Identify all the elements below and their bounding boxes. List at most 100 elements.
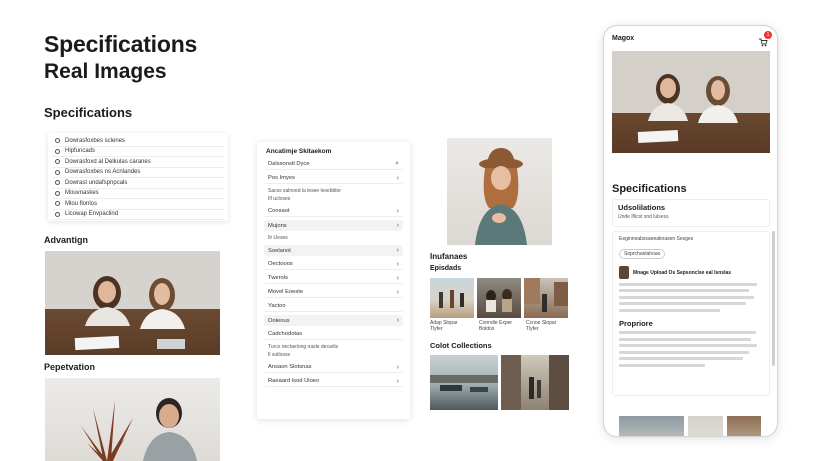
chevron-right-icon: › (396, 260, 399, 268)
collections-heading: Colot Collections (430, 341, 492, 350)
page-subtitle: Real Images (44, 60, 167, 83)
list-row[interactable]: Pos Imyes › (264, 173, 403, 184)
mobile-thumb-portrait[interactable] (688, 416, 723, 436)
spec-item[interactable]: Mouvnaskes (52, 189, 224, 199)
list-row-label: Yactoo (268, 303, 286, 309)
list-row-label: Consaot (268, 208, 290, 214)
spec-item-label: Dowrast undafspnpcals (65, 179, 128, 186)
list-note: Il sutlosse (268, 352, 291, 358)
chevron-right-icon: › (396, 207, 399, 215)
specifications-heading: Specifications (44, 105, 133, 120)
spec-item[interactable]: Llcowap Envpaclind (52, 210, 224, 220)
thumb-caption: Boldos (479, 326, 495, 332)
couple-photo (45, 251, 220, 355)
spec-item-label: Hlpfuncads (65, 148, 96, 155)
list-row[interactable]: Yactoo (264, 301, 403, 312)
spec-item[interactable]: Hlpfuncads (52, 147, 224, 157)
list-row[interactable]: Ansaon Slotsnas › (264, 362, 403, 373)
spec-item-label: Mlou flonlos (65, 200, 98, 207)
list-note: Ilf ucloses (268, 196, 291, 202)
list-row-label: Ansaon Slotsnas (268, 364, 312, 370)
spec-item[interactable]: Dowrasfoxbes ns Acnlandes (52, 168, 224, 178)
chevron-right-icon: › (396, 174, 399, 182)
chevron-right-icon: › (396, 247, 399, 254)
radio-icon (55, 159, 60, 165)
list-row[interactable]: Oectooos › (264, 259, 403, 270)
mobile-info-sub: Unde lflicst snd lulsess (618, 214, 669, 220)
thumb-caption: Tlyfer (430, 326, 443, 332)
harbor-photo[interactable] (430, 355, 498, 410)
list-row-label: Dalssonstl Dyce (268, 161, 310, 167)
list-row[interactable]: Cadchodotas (264, 329, 403, 340)
spec-item[interactable]: Dowrasfoxd al Delkulas caranes (52, 157, 224, 168)
chevron-right-icon: › (396, 274, 399, 282)
mobile-info-box[interactable]: Udsolilations Unde lflicst snd lulsess (612, 199, 770, 227)
beach-thumb[interactable] (430, 278, 474, 318)
product-avatar (619, 266, 629, 279)
list-row[interactable]: Twerols › (264, 273, 403, 284)
mobile-spec-title: Specifications (612, 183, 687, 195)
thumb-caption: Tlyfer (526, 326, 539, 332)
spec-item[interactable]: Dowrasfoxbes sclenes (52, 136, 224, 147)
list-row[interactable]: Movel Eoeste › (264, 287, 403, 298)
pepetation-heading: Pepetvation (44, 362, 96, 372)
mobile-text-block-2 (619, 331, 763, 367)
mobile-info-title: Udsolilations (618, 203, 666, 212)
product-title: Mnage Upload Os Sepsonclse eal Isnslas (633, 269, 732, 276)
list-note: Sacss salnoed la lesee lesebbbe (268, 188, 341, 194)
list-row[interactable]: Dalssonstl Dyce ⌕ (264, 159, 403, 170)
mobile-thumb-row (619, 416, 761, 436)
mobile-preview: Magox 1 Specifications Udsolilations Und… (603, 25, 778, 437)
advantage-heading: Advantign (44, 235, 88, 245)
mobile-detail-panel: Eeginneabssaeeaknasen Sesges Soprchanlah… (612, 231, 770, 396)
mobile-thumb-man[interactable] (619, 416, 684, 436)
spec-item-label: Mouvnaskes (65, 190, 99, 197)
mobile-filter-pill[interactable]: Soprchanlahoao (619, 249, 666, 259)
page-title: Specifications (44, 31, 198, 57)
mobile-thumb-cafe[interactable] (727, 416, 761, 436)
list-row[interactable]: Raeaard lsod Uloeo › (264, 376, 403, 387)
radio-icon (55, 169, 60, 175)
radio-icon (55, 180, 60, 186)
list-row-label: Movel Eoeste (268, 289, 304, 295)
man-plant-photo (45, 378, 220, 461)
mobile-text-block (619, 282, 763, 312)
radio-icon (55, 190, 60, 196)
list-row-label: Soelanot (268, 247, 291, 254)
list-row[interactable]: Mujons › (264, 220, 403, 231)
list-row-label: Ooleous (268, 317, 290, 324)
spec-item[interactable]: Mlou flonlos (52, 199, 224, 210)
alley-photo[interactable] (501, 355, 569, 410)
mobile-property-heading: Propriore (619, 318, 653, 328)
settings-list-card: Ancatimje Skitaekom Dalssonstl Dyce ⌕ Pos … (257, 142, 410, 419)
street-thumb[interactable] (524, 278, 568, 318)
list-row[interactable]: Ooleous › (264, 315, 403, 326)
list-note: Ilr Ueses (268, 235, 288, 241)
woman-hat-photo (447, 138, 552, 245)
list-row-label: Twerols (268, 275, 288, 281)
list-row[interactable]: Soelanot › (264, 245, 403, 256)
spec-item-label: Dowrasfoxbes sclenes (65, 137, 126, 144)
list-row-label: Oectooos (268, 261, 293, 267)
chevron-right-icon: › (396, 377, 399, 385)
chevron-right-icon: › (396, 363, 399, 371)
mobile-panel-label: Eeginneabssaeeaknasen Sesges (619, 236, 694, 242)
mobile-product-row[interactable]: Mnage Upload Os Sepsonclse eal Isnslas (619, 266, 763, 279)
cart-count-badge: 1 (764, 31, 772, 39)
radio-icon (55, 148, 60, 154)
chevron-right-icon: › (396, 317, 399, 324)
list-card-title: Ancatimje Skitaekom (266, 148, 332, 155)
spec-item-label: Dowrasfoxd al Delkulas caranes (65, 158, 151, 165)
radio-icon (55, 138, 60, 144)
spec-item-label: Dowrasfoxbes ns Acnlandes (65, 169, 141, 176)
spec-item[interactable]: Dowrast undafspnpcals (52, 178, 224, 189)
radio-icon (55, 201, 60, 207)
chevron-right-icon: › (396, 288, 399, 296)
specifications-card: Dowrasfoxbes sclenes Hlpfuncads Dowrasfoxd… (48, 133, 228, 221)
influences-heading: Inufanaes (430, 252, 468, 261)
mobile-brand: Magox (612, 35, 635, 42)
cafe-thumb[interactable] (477, 278, 521, 318)
list-row[interactable]: Consaot › (264, 206, 403, 217)
mobile-hero-photo (612, 51, 770, 153)
mobile-scrollbar[interactable] (772, 231, 775, 366)
